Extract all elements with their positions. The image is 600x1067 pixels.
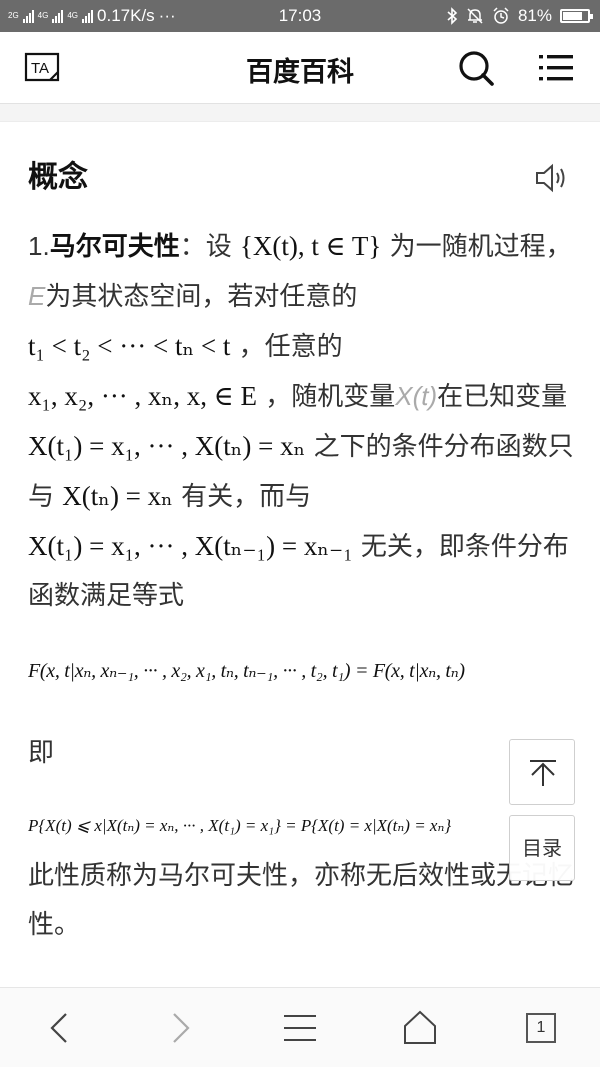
- alarm-icon: [493, 7, 509, 24]
- formula-distribution: F(x, t|xₙ, xₙ₋₁, ··· , x₂, x₁, tₙ, tₙ₋₁,…: [28, 660, 465, 682]
- term-markov-property: 马尔可夫性: [49, 232, 180, 262]
- more-dots: ···: [158, 6, 176, 25]
- mute-bell-icon: [467, 8, 483, 24]
- status-left: 2G 4G 4G 0.17K/s ···: [8, 6, 176, 26]
- text-o: 有关，而与: [172, 482, 312, 512]
- tab-count-button[interactable]: 1: [526, 1013, 556, 1043]
- section-title: 概念: [28, 160, 88, 195]
- home-icon[interactable]: [400, 1008, 440, 1048]
- math-times: t₁ < t₂ < ··· < tₙ < t: [28, 331, 231, 361]
- battery-icon: [560, 9, 593, 23]
- text-c: 为一随机过程，: [381, 232, 572, 262]
- status-right: 81%: [446, 6, 593, 26]
- app-header: TA 百度百科: [0, 32, 600, 104]
- text-e: 为其状态空间，若对任意的: [45, 282, 358, 312]
- bluetooth-icon: [447, 7, 458, 25]
- math-known: X(t₁) = x₁, ··· , X(tₙ) = xₙ: [28, 431, 306, 461]
- battery-percent: 81%: [517, 6, 552, 25]
- signal-icon-3: [82, 9, 94, 23]
- menu-icon[interactable]: [536, 50, 576, 86]
- math-xt: X(t): [395, 381, 438, 411]
- text-g: ，任意的: [230, 332, 343, 362]
- back-icon[interactable]: [40, 1008, 80, 1048]
- search-icon[interactable]: [456, 48, 496, 88]
- network-speed: 0.17K/s: [97, 6, 155, 25]
- list-number: 1.: [28, 231, 50, 261]
- network-label-4g-2: 4G: [67, 11, 79, 20]
- text-k: 在已知变量: [437, 382, 568, 412]
- page-title: 百度百科: [246, 57, 354, 88]
- math-last: X(tₙ) = xₙ: [62, 481, 173, 511]
- status-bar: 2G 4G 4G 0.17K/s ··· 17:03 81%: [0, 0, 600, 32]
- speaker-icon[interactable]: [534, 162, 570, 194]
- menu-lines-icon[interactable]: [280, 1008, 320, 1048]
- toc-button[interactable]: 目录: [509, 815, 575, 881]
- signal-icon-2: [52, 9, 64, 23]
- signal-icon: [22, 9, 34, 23]
- text-ji: 即: [28, 738, 55, 768]
- math-past: X(t₁) = x₁, ··· , X(tₙ₋₁) = xₙ₋₁: [28, 531, 353, 561]
- formula-probability: P{X(t) ⩽ x|X(tₙ) = xₙ, ··· , X(t₁) = x₁}…: [28, 816, 452, 835]
- math-e: E: [28, 281, 46, 311]
- text-i: ，随机变量: [256, 382, 396, 412]
- ta-profile-icon[interactable]: TA: [24, 52, 60, 82]
- network-label-4g: 4G: [37, 11, 49, 20]
- closing-paragraph: 此性质称为马尔可夫性，亦称无后效性或无记忆性。: [28, 861, 575, 940]
- ta-label: TA: [31, 60, 49, 77]
- math-process: {X(t), t ∈ T}: [239, 231, 382, 261]
- forward-icon[interactable]: [160, 1008, 200, 1048]
- text-a: ：设: [179, 232, 240, 262]
- concept-paragraph: 1.马尔可夫性：设 {X(t), t ∈ T} 为一随机过程， E为其状态空间，若…: [28, 222, 578, 621]
- header-separator: [0, 104, 600, 122]
- back-to-top-button[interactable]: [509, 739, 575, 805]
- to-top-icon: [530, 760, 556, 786]
- bottom-nav: [0, 987, 600, 1067]
- math-states: x₁, x₂, ··· , xₙ, x, ∈ E: [28, 381, 257, 411]
- network-label-2g: 2G: [8, 11, 19, 20]
